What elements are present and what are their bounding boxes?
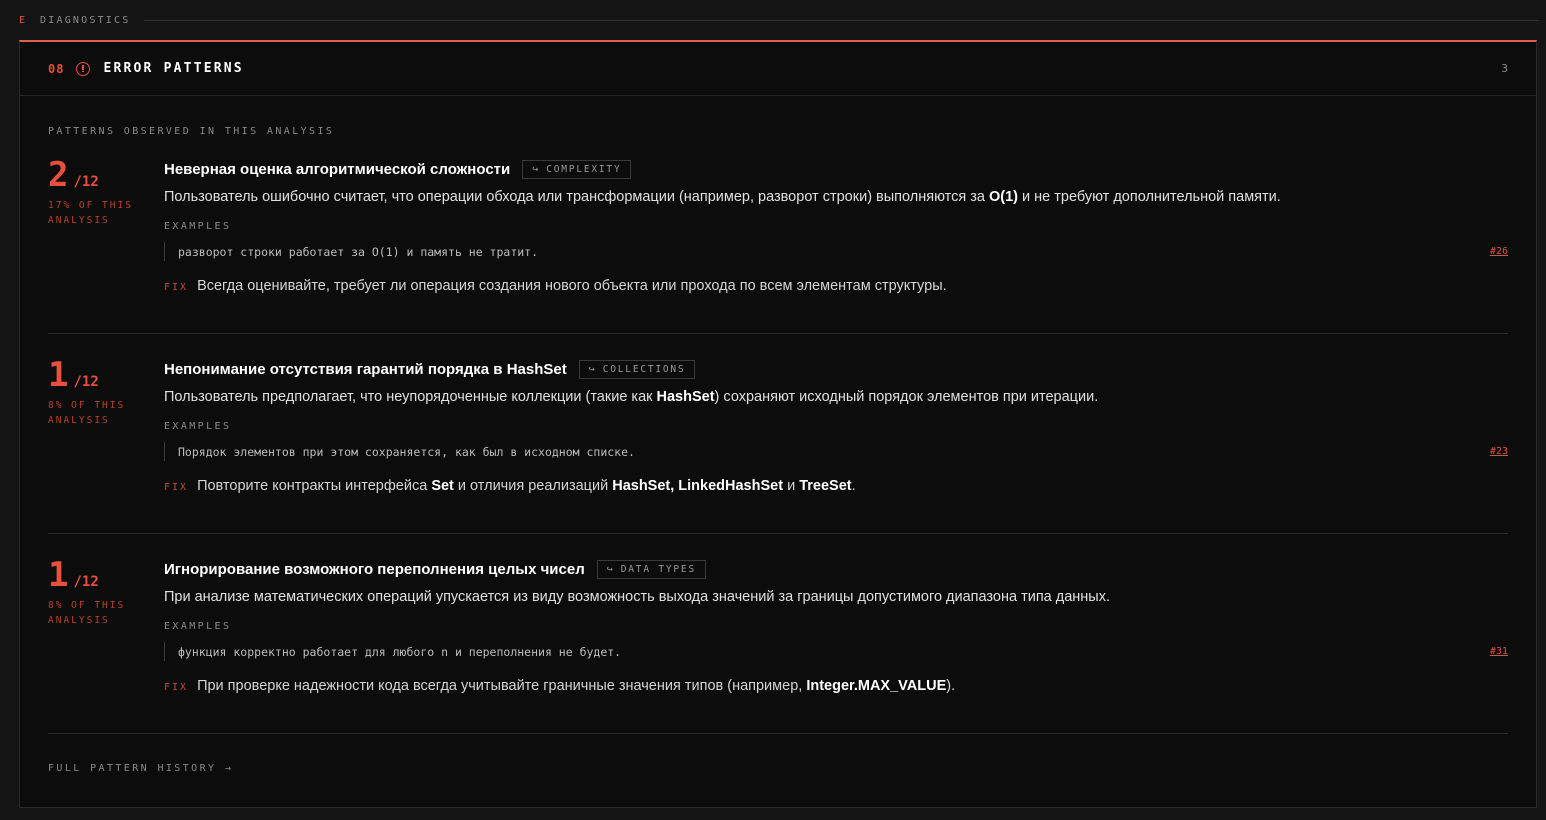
- section-divider: [144, 19, 1539, 21]
- fix-label: FIX: [164, 682, 189, 693]
- card-body: PATTERNS OBSERVED IN THIS ANALYSIS 2/12 …: [20, 96, 1536, 734]
- pattern-tag[interactable]: ↪ DATA TYPES: [596, 559, 706, 579]
- example-ref-link[interactable]: #23: [1490, 446, 1508, 457]
- pattern-description: Пользователь предполагает, что неупорядо…: [164, 389, 1099, 405]
- fix-text: Всегда оценивайте, требует ли операция с…: [197, 278, 947, 294]
- tag-label: COLLECTIONS: [602, 363, 686, 375]
- example-quote: функция корректно работает для любого n …: [164, 642, 1508, 661]
- pattern-count-value: 2: [48, 155, 69, 195]
- example-text: Порядок элементов при этом сохраняется, …: [178, 444, 635, 459]
- example-ref-link[interactable]: #31: [1490, 646, 1508, 657]
- pattern-count-value: 1: [48, 555, 69, 595]
- pattern-percent: 8% OF THIS ANALYSIS: [48, 600, 126, 626]
- pattern-title: Непонимание отсутствия гарантий порядка …: [164, 360, 567, 378]
- fix-row: FIX Повторите контракты интерфейса Set и…: [164, 478, 1508, 494]
- examples-label: EXAMPLES: [164, 621, 232, 632]
- example-quote: разворот строки работает за O(1) и памят…: [164, 242, 1508, 261]
- pattern-description: При анализе математических операций упус…: [164, 589, 1111, 605]
- alert-circle-icon: [76, 61, 91, 76]
- pattern-percent: 17% OF THIS ANALYSIS: [48, 200, 133, 226]
- section-letter: E: [19, 14, 27, 26]
- pattern-of-total: /12: [73, 374, 99, 390]
- return-arrow-icon: ↪: [606, 563, 613, 575]
- pattern-count: 3: [1501, 62, 1508, 75]
- tag-label: COMPLEXITY: [546, 163, 622, 175]
- error-patterns-card: 08 ERROR PATTERNS 3 PATTERNS OBSERVED IN…: [19, 40, 1537, 808]
- example-text: функция корректно работает для любого n …: [178, 644, 622, 659]
- section-title: DIAGNOSTICS: [40, 14, 131, 26]
- pattern-title: Неверная оценка алгоритмической сложност…: [164, 160, 511, 178]
- card-title: ERROR PATTERNS: [103, 61, 244, 76]
- pattern-tag[interactable]: ↪ COMPLEXITY: [522, 159, 632, 179]
- observed-label: PATTERNS OBSERVED IN THIS ANALYSIS: [48, 126, 335, 137]
- return-arrow-icon: ↪: [532, 163, 539, 175]
- pattern-description: Пользователь ошибочно считает, что опера…: [164, 189, 1281, 205]
- pattern-percent: 8% OF THIS ANALYSIS: [48, 400, 126, 426]
- pattern-title: Игнорирование возможного переполнения це…: [164, 560, 585, 578]
- pattern-item: 1/12 8% OF THIS ANALYSIS Игнорирование в…: [48, 534, 1508, 734]
- pattern-stats: 1/12 8% OF THIS ANALYSIS: [48, 358, 158, 428]
- fix-row: FIX Всегда оценивайте, требует ли операц…: [164, 278, 1508, 294]
- pattern-tag[interactable]: ↪ COLLECTIONS: [578, 359, 696, 379]
- example-ref-link[interactable]: #26: [1490, 246, 1508, 257]
- tag-label: DATA TYPES: [620, 563, 696, 575]
- pattern-content: Непонимание отсутствия гарантий порядка …: [164, 358, 1508, 494]
- pattern-count-value: 1: [48, 355, 69, 395]
- card-number: 08: [48, 61, 65, 76]
- fix-label: FIX: [164, 482, 189, 493]
- example-text: разворот строки работает за O(1) и памят…: [178, 244, 539, 259]
- card-header: 08 ERROR PATTERNS 3: [20, 42, 1536, 96]
- section-header: E DIAGNOSTICS: [19, 13, 1539, 27]
- examples-label: EXAMPLES: [164, 221, 232, 232]
- fix-text: При проверке надежности кода всегда учит…: [197, 678, 956, 694]
- fix-label: FIX: [164, 282, 189, 293]
- pattern-of-total: /12: [73, 574, 99, 590]
- return-arrow-icon: ↪: [588, 363, 595, 375]
- pattern-stats: 1/12 8% OF THIS ANALYSIS: [48, 558, 158, 628]
- full-pattern-history-link[interactable]: FULL PATTERN HISTORY →: [48, 763, 233, 774]
- pattern-item: 1/12 8% OF THIS ANALYSIS Непонимание отс…: [48, 334, 1508, 534]
- pattern-stats: 2/12 17% OF THIS ANALYSIS: [48, 158, 158, 228]
- pattern-content: Игнорирование возможного переполнения це…: [164, 558, 1508, 694]
- example-quote: Порядок элементов при этом сохраняется, …: [164, 442, 1508, 461]
- pattern-content: Неверная оценка алгоритмической сложност…: [164, 158, 1508, 294]
- fix-row: FIX При проверке надежности кода всегда …: [164, 678, 1508, 694]
- fix-text: Повторите контракты интерфейса Set и отл…: [197, 478, 856, 494]
- pattern-of-total: /12: [73, 174, 99, 190]
- pattern-item: 2/12 17% OF THIS ANALYSIS Неверная оценк…: [48, 158, 1508, 334]
- examples-label: EXAMPLES: [164, 421, 232, 432]
